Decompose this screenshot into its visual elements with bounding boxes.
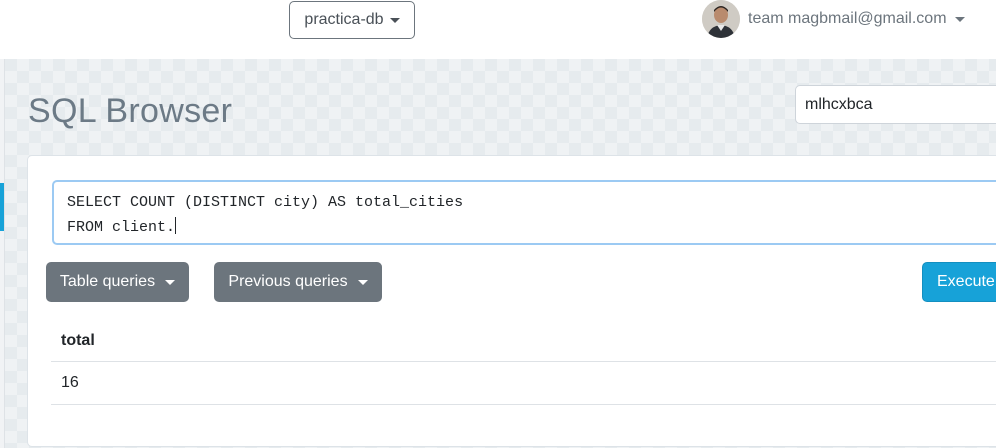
chevron-down-icon [165, 279, 176, 285]
chevron-down-icon [954, 16, 965, 22]
top-navbar: practica-db team magbmail@gmail.com [0, 0, 996, 59]
database-selector[interactable]: practica-db [289, 1, 415, 39]
execute-button[interactable]: Execute [922, 262, 996, 302]
table-queries-button[interactable]: Table queries [46, 262, 189, 302]
sql-editor[interactable]: SELECT COUNT (DISTINCT city) AS total_ci… [52, 180, 996, 245]
previous-queries-label: Previous queries [228, 273, 348, 290]
sidebar-active-indicator [0, 183, 4, 231]
avatar [702, 0, 740, 38]
user-menu[interactable]: team magbmail@gmail.com [702, 0, 965, 38]
chevron-down-icon [389, 17, 400, 23]
previous-queries-button[interactable]: Previous queries [214, 262, 382, 302]
table-cell: 16 [51, 362, 996, 405]
user-label: team magbmail@gmail.com [748, 10, 947, 27]
table-queries-label: Table queries [59, 273, 156, 290]
results-table: total 16 [51, 320, 996, 405]
database-selector-label: practica-db [304, 11, 384, 28]
execute-label: Execute [937, 273, 995, 290]
text-cursor [175, 217, 177, 234]
sql-line-1: SELECT COUNT (DISTINCT city) AS total_ci… [67, 194, 464, 211]
search-input[interactable] [795, 85, 996, 124]
sql-line-2: FROM client. [67, 219, 176, 236]
chevron-down-icon [357, 279, 368, 285]
column-header: total [51, 320, 996, 362]
page-title: SQL Browser [28, 92, 233, 130]
